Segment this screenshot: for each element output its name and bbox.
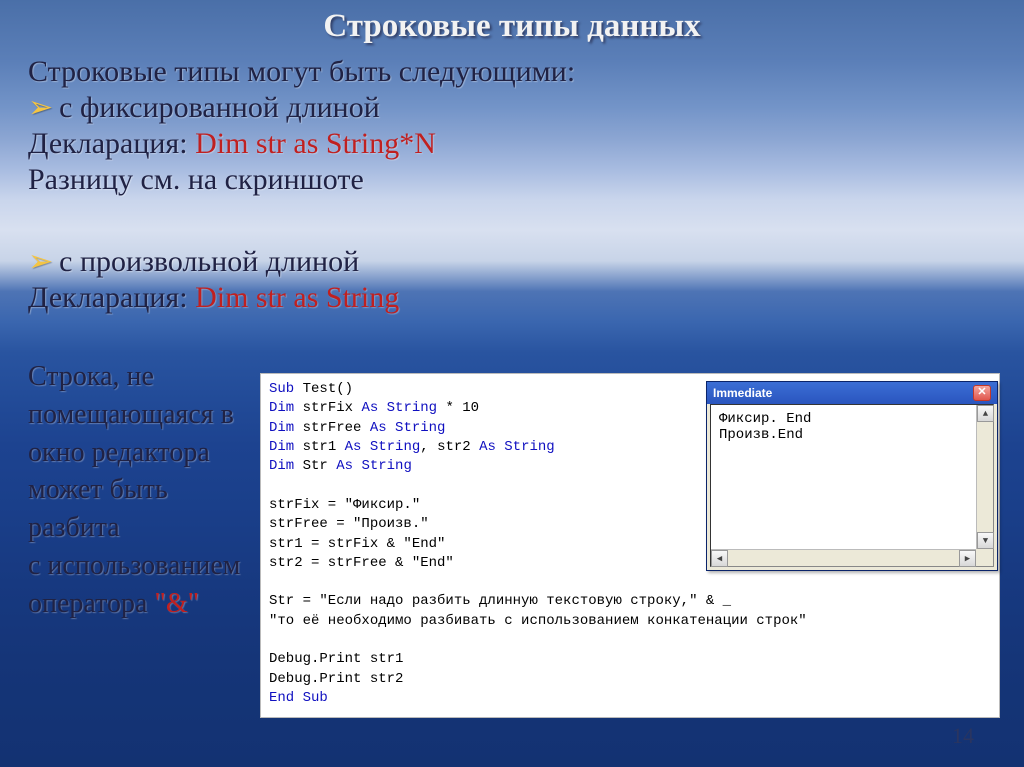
text-block-mid: с произвольной длиной Декларация: Dim st… [28,244,399,316]
side-note: Строка, не помещающаяся в окно редактора… [28,358,248,623]
scroll-right-icon[interactable]: ▶ [959,550,976,567]
note-l5: с использованием [28,547,248,585]
text-block-top: Строковые типы могут быть следующими: с … [28,54,575,198]
immediate-line2: Произв.End [719,427,985,443]
fixed-declaration-line: Декларация: Dim str as String*N [28,126,575,162]
vertical-scrollbar[interactable]: ▲ ▼ [976,405,993,549]
page-number: 14 [952,723,974,749]
immediate-title: Immediate [713,386,772,400]
note-l6: оператора "&" [28,585,248,623]
decl-code-fixed: Dim str as String*N [195,127,436,160]
immediate-window: Immediate ✕ Фиксир. End Произв.End ▲ ▼ ◀… [706,381,998,571]
fixed-note: Разницу см. на скриншоте [28,162,575,198]
intro-line: Строковые типы могут быть следующими: [28,54,575,90]
slide-title: Строковые типы данных [0,0,1024,45]
note-l2: помещающаяся в [28,396,248,434]
slide: Строковые типы данных Строковые типы мог… [0,0,1024,767]
close-icon[interactable]: ✕ [973,385,991,401]
decl-label: Декларация: [28,127,195,160]
immediate-line1: Фиксир. End [719,411,985,427]
note-l4: может быть разбита [28,471,248,547]
variable-length-line: с произвольной длиной [28,244,399,280]
decl-label-2: Декларация: [28,281,195,314]
decl-code-variable: Dim str as String [195,281,399,314]
scroll-up-icon[interactable]: ▲ [977,405,994,422]
variable-declaration-line: Декларация: Dim str as String [28,280,399,316]
ampersand-operator: "&" [154,588,199,619]
scroll-left-icon[interactable]: ◀ [711,550,728,567]
variable-length-label: с произвольной длиной [59,245,359,278]
note-l3: окно редактора [28,434,248,472]
immediate-titlebar: Immediate ✕ [707,382,997,404]
immediate-body: Фиксир. End Произв.End ▲ ▼ ◀ ▶ [710,404,994,567]
fixed-length-line: с фиксированной длиной [28,90,575,126]
scroll-corner [976,549,993,566]
scroll-down-icon[interactable]: ▼ [977,532,994,549]
horizontal-scrollbar[interactable]: ◀ ▶ [711,549,976,566]
fixed-length-label: с фиксированной длиной [59,91,380,124]
note-l1: Строка, не [28,358,248,396]
